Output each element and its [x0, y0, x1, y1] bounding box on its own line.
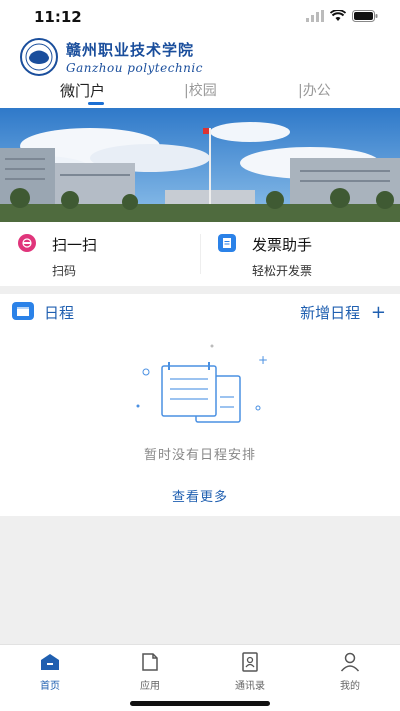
school-name-en: Ganzhou polytechnic: [66, 61, 203, 75]
tab-portal[interactable]: 微门户: [60, 80, 105, 101]
top-tabs: 微门户 |校园 |办公: [0, 78, 400, 108]
schedule-card: 日程 新增日程 + + 暂时没有日程安排 查看更多: [0, 294, 400, 516]
nav-home-label: 首页: [40, 681, 60, 692]
school-name: 赣州职业技术学院: [66, 41, 195, 59]
plus-icon: +: [370, 302, 386, 323]
profile-icon: [340, 652, 360, 672]
nav-contacts[interactable]: 通讯录: [220, 651, 280, 695]
add-schedule-button[interactable]: 新增日程 +: [300, 302, 386, 323]
home-indicator[interactable]: [130, 701, 270, 706]
empty-schedule-text: 暂时没有日程安排: [143, 448, 256, 463]
campus-banner-image[interactable]: [0, 108, 400, 222]
empty-schedule-illustration: +: [136, 344, 268, 423]
nav-profile-label: 我的: [340, 681, 360, 692]
scan-title: 扫一扫: [52, 236, 98, 254]
tab-office[interactable]: |办公: [298, 80, 331, 100]
tab-campus[interactable]: |校园: [184, 80, 217, 100]
nav-profile[interactable]: 我的: [320, 651, 380, 695]
scan-icon: [18, 234, 36, 252]
schedule-header: 日程 新增日程 +: [0, 294, 400, 330]
nav-home[interactable]: 首页: [20, 651, 80, 695]
signal-icon: [306, 10, 324, 22]
header: 赣州职业技术学院 Ganzhou polytechnic 微门户 |校园 |办公: [0, 32, 400, 108]
nav-apps-label: 应用: [140, 681, 160, 692]
school-logo: 赣州职业技术学院 Ganzhou polytechnic: [20, 38, 203, 76]
add-schedule-label: 新增日程: [300, 304, 361, 322]
invoice-icon: [218, 234, 236, 252]
battery-icon: [352, 10, 378, 22]
view-more-link[interactable]: 查看更多: [0, 486, 400, 505]
invoice-title: 发票助手: [252, 236, 313, 254]
nav-contacts-label: 通讯录: [235, 681, 265, 692]
quick-actions: 扫一扫 扫码 发票助手 轻松开发票: [0, 222, 400, 286]
status-bar: 11:12: [0, 0, 400, 32]
status-time: 11:12: [34, 8, 82, 26]
status-icons: [306, 10, 378, 22]
schedule-title: 日程: [44, 304, 75, 322]
calendar-icon: [12, 302, 34, 320]
invoice-action[interactable]: 发票助手 轻松开发票: [200, 222, 400, 286]
school-emblem-icon: [20, 38, 58, 76]
scan-subtitle: 扫码: [52, 264, 77, 278]
invoice-subtitle: 轻松开发票: [252, 264, 313, 278]
home-icon: [41, 654, 59, 670]
contacts-icon: [242, 652, 258, 672]
tab-active-indicator: [88, 102, 104, 105]
svg-text:+: +: [258, 353, 268, 367]
nav-apps[interactable]: 应用: [120, 651, 180, 695]
wifi-icon: [330, 10, 346, 21]
apps-icon: [142, 653, 158, 671]
scan-action[interactable]: 扫一扫 扫码: [0, 222, 200, 286]
